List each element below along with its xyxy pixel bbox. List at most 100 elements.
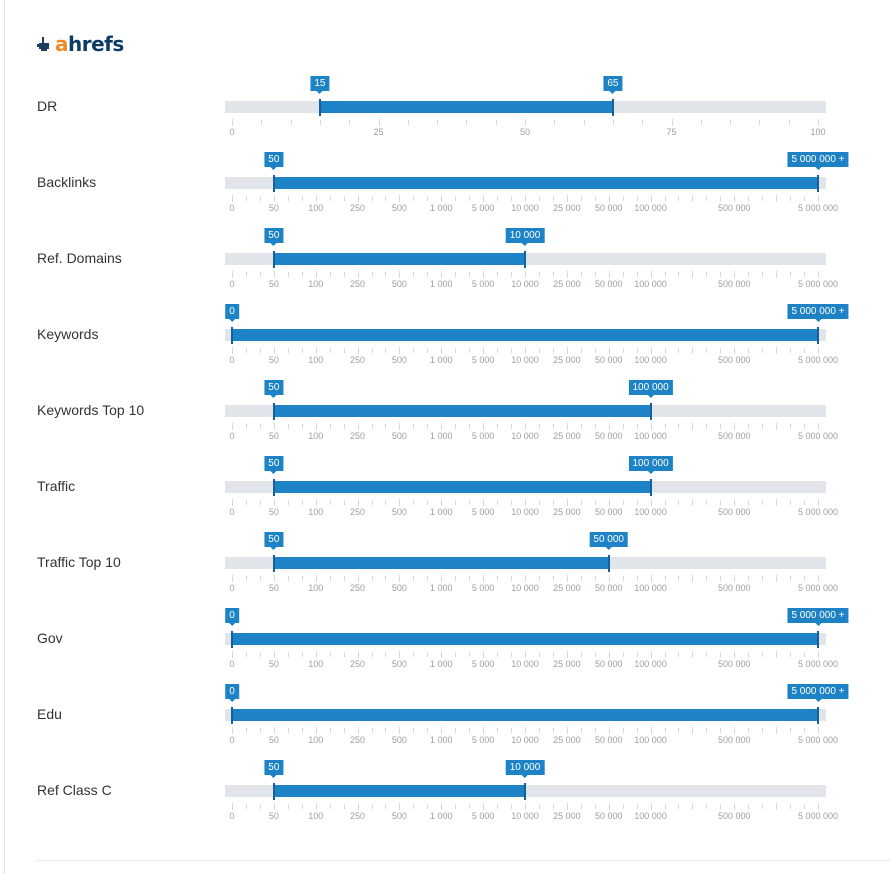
scale-label: 1 000 [430,279,453,289]
scale-label: 100 000 [634,431,667,441]
scale-label: 0 [229,431,235,441]
scale-label: 100 [308,811,324,821]
scale-tick [273,423,275,430]
slider-handle-min[interactable] [272,479,275,496]
scale-label: 1 000 [430,431,453,441]
range-slider[interactable]: 50 100 000 0 50 100 250 500 1 000 5 000 10 000 25 … [225,372,838,448]
slider-handle-min[interactable] [231,631,233,648]
slider-handle-max[interactable] [817,707,819,724]
scale-tick-minor [804,424,806,429]
scale-tick [441,575,443,582]
slider-handle-max[interactable] [817,175,819,192]
scale-tick-minor [469,424,471,429]
range-slider[interactable]: 0 5 000 000 + 0 50 100 250 500 1 000 5 000 10 000… [225,600,849,676]
scale-label: 50 [268,279,279,289]
scale-tick [734,347,736,354]
scale-tick-minor [748,652,750,657]
slider-handle-max[interactable] [607,555,610,572]
scale-tick-minor [497,576,499,581]
scale-tick-minor [538,196,540,201]
scale-tick-minor [636,196,638,201]
range-slider[interactable]: 50 100 000 0 50 100 250 500 1 000 5 000 10 000 25 … [225,448,838,524]
scale-label: 500 [391,507,407,517]
slider-handle-max[interactable] [524,783,526,800]
scale-tick [734,803,736,810]
scale-tick [692,499,694,506]
scale-tick-minor [371,500,373,505]
slider-handle-max[interactable] [649,403,652,420]
scale-tick-minor [664,424,666,429]
scale-label: 500 000 [718,507,751,517]
range-slider[interactable]: 50 5 000 000 + 0 50 100 250 500 1 000 5 000 10 00… [225,144,849,220]
scale-tick [650,727,652,734]
scale-tick-minor [287,424,289,429]
scale-tick-minor [762,272,764,277]
scale-tick [357,271,359,278]
scale-tick [734,423,736,430]
scale-tick-minor [427,804,429,809]
slider-handle-min[interactable] [231,707,233,724]
scale-tick [650,347,652,354]
slider-handle-min[interactable] [272,555,275,572]
scale-tick-minor [455,424,457,429]
slider-handle-max[interactable] [817,327,819,344]
scale-tick-minor [469,272,471,277]
scale-tick-minor [790,272,792,277]
scale-tick-minor [413,728,415,733]
slider-handle-min[interactable] [318,99,321,116]
scale-tick [273,347,275,354]
ahrefs-logo[interactable]: ahrefs [37,33,124,55]
scale-tick-minor [622,424,624,429]
scale-label: 100 000 [634,203,667,213]
slider-range-fill [232,709,818,721]
scale-tick-minor [329,652,331,657]
scale-tick [692,195,694,202]
scale-tick-minor [371,348,373,353]
range-slider[interactable]: 50 50 000 0 50 100 250 500 1 000 5 000 10 000 25 0… [225,524,838,600]
scale-tick-minor [497,196,499,201]
scale-tick [441,499,443,506]
slider-handle-min[interactable] [272,251,275,268]
scale-tick-minor [455,196,457,201]
slider-handle-max[interactable] [611,99,614,116]
slider-handle-min[interactable] [231,327,233,344]
scale-tick [441,423,443,430]
scale-label: 50 [519,127,531,137]
scale-tick-minor [748,804,750,809]
filter-label: Ref Class C [37,782,112,798]
scale-tick [776,423,778,430]
value-tag-max: 100 000 [628,380,673,398]
scale-tick [734,575,736,582]
slider-handle-max[interactable] [649,479,652,496]
range-slider[interactable]: 0 5 000 000 + 0 50 100 250 500 1 000 5 000 10 000… [225,296,849,372]
scale-tick-minor [427,348,429,353]
scale-tick-minor [511,728,513,733]
range-slider[interactable]: 50 10 000 0 50 100 250 500 1 000 5 000 10 000 25 0… [225,220,838,296]
scale-tick-minor [287,196,289,201]
range-slider[interactable]: 15 65 0 25 50 75 100 [225,68,826,144]
slider-handle-min[interactable] [272,175,275,192]
scale-tick-minor [804,500,806,505]
filter-row: Traffic 50 100 000 0 50 100 250 500 1 000 5 000 10… [0,448,890,524]
scale-tick-minor [329,576,331,581]
scale-tick [399,803,401,810]
scale-tick-minor [469,728,471,733]
scale-label: 1 000 [430,507,453,517]
range-slider[interactable]: 50 10 000 0 50 100 250 500 1 000 5 000 10 000 25 0… [225,752,838,828]
slider-handle-max[interactable] [817,631,819,648]
value-tag-min: 15 [310,76,330,94]
scale-tick [692,651,694,658]
value-tag-max: 50 000 [589,532,628,550]
slider-handle-max[interactable] [524,251,526,268]
scale-tick-minor [329,272,331,277]
scale-tick [441,803,443,810]
scale-tick [734,271,736,278]
scale-tick-minor [343,424,345,429]
logo-text: ahrefs [55,32,124,56]
scale-tick [730,120,732,125]
slider-handle-min[interactable] [272,403,275,420]
range-slider[interactable]: 0 5 000 000 + 0 50 100 250 500 1 000 5 000 10 000… [225,676,849,752]
scale-label: 100 000 [634,355,667,365]
scale-tick-minor [636,348,638,353]
slider-handle-min[interactable] [272,783,275,800]
